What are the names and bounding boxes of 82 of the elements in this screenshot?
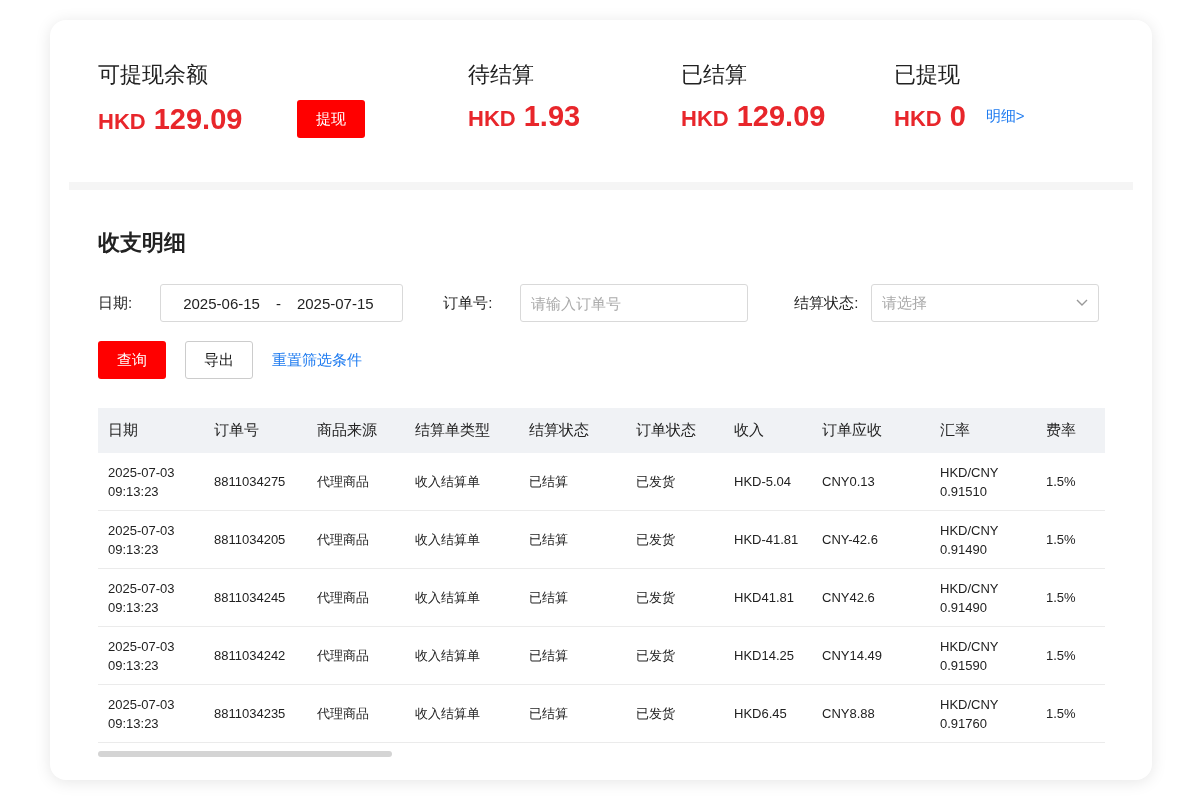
- stat-label: 已结算: [681, 61, 748, 89]
- table-cell-text: 2025-07-03 09:13:23: [107, 637, 176, 675]
- table-cell-text: 收入结算单: [414, 531, 481, 549]
- table-cell-text: 已发货: [635, 531, 676, 549]
- table-cell-text: 已发货: [635, 647, 676, 665]
- table-cell-text: HKD-41.81: [733, 531, 800, 549]
- table-cell-text: 已结算: [528, 647, 569, 665]
- table-cell-text: 已结算: [528, 589, 569, 607]
- withdraw-button[interactable]: 提现: [297, 100, 366, 138]
- table-cell-text: 代理商品: [316, 473, 370, 491]
- table-cell-text: 1.5%: [1045, 647, 1077, 665]
- table-cell-text: CNY14.49: [821, 647, 883, 665]
- column-header: 结算单类型: [414, 421, 491, 440]
- reset-filters-link[interactable]: 重置筛选条件: [272, 350, 362, 370]
- table-cell-text: 收入结算单: [414, 473, 481, 491]
- column-header: 商品来源: [316, 421, 378, 440]
- stat-label: 已提现: [894, 61, 961, 89]
- table-cell-text: 1.5%: [1045, 589, 1077, 607]
- table-cell-text: 收入结算单: [414, 647, 481, 665]
- table-cell-text: CNY0.13: [821, 473, 876, 491]
- order-number-input[interactable]: 请输入订单号: [520, 284, 749, 322]
- table-cell-text: 已发货: [635, 705, 676, 723]
- table-cell-text: CNY42.6: [821, 589, 876, 607]
- table-cell-text: HKD/CNY 0.91510: [939, 463, 1000, 501]
- table-cell-text: HKD/CNY 0.91590: [939, 637, 1000, 675]
- column-header: 日期: [107, 421, 139, 440]
- table-cell-text: HKD/CNY 0.91490: [939, 579, 1000, 617]
- table-cell-text: 代理商品: [316, 647, 370, 665]
- table-cell-text: 8811034205: [213, 531, 287, 549]
- table-cell-text: CNY8.88: [821, 705, 876, 723]
- table-cell-text: 2025-07-03 09:13:23: [107, 695, 176, 733]
- table-cell-text: 1.5%: [1045, 705, 1077, 723]
- status-dropdown[interactable]: 请选择: [870, 284, 1099, 322]
- table-cell-text: 已发货: [635, 589, 676, 607]
- table-cell-text: HKD6.45: [733, 705, 788, 723]
- stat-amount: HKD 0: [894, 100, 966, 133]
- column-header: 费率: [1045, 421, 1077, 440]
- table-cell-text: 2025-07-03 09:13:23: [107, 521, 176, 559]
- filter-label: 日期:: [98, 293, 133, 313]
- stat-label: 待结算: [468, 61, 535, 89]
- column-header: 订单应收: [821, 421, 883, 440]
- chevron-down-icon: [1075, 299, 1088, 307]
- table-cell-text: 8811034242: [213, 647, 287, 665]
- table-cell-text: 8811034275: [213, 473, 287, 491]
- column-header: 订单状态: [635, 421, 697, 440]
- column-header: 结算状态: [528, 421, 590, 440]
- column-header: 订单号: [213, 421, 260, 440]
- query-button[interactable]: 查询: [98, 341, 166, 379]
- table-cell-text: 代理商品: [316, 705, 370, 723]
- table-cell-text: 已结算: [528, 705, 569, 723]
- stat-label: 可提现余额: [98, 61, 209, 89]
- section-title: 收支明细: [98, 229, 187, 257]
- table-cell-text: HKD41.81: [733, 589, 795, 607]
- table-cell-text: HKD-5.04: [733, 473, 793, 491]
- table-cell-text: HKD/CNY 0.91490: [939, 521, 1000, 559]
- table-cell-text: 2025-07-03 09:13:23: [107, 579, 176, 617]
- table-cell-text: 代理商品: [316, 589, 370, 607]
- table-cell-text: 代理商品: [316, 531, 370, 549]
- table-cell-text: HKD14.25: [733, 647, 795, 665]
- table-cell-text: 已结算: [528, 473, 569, 491]
- stat-amount: HKD 129.09: [98, 102, 243, 136]
- column-header: 收入: [733, 421, 765, 440]
- date-range-field[interactable]: 2025-06-15 - 2025-07-15: [160, 284, 404, 322]
- stat-amount: HKD 129.09: [681, 100, 826, 133]
- stat-amount: HKD 1.93: [468, 100, 581, 133]
- table-cell-text: 8811034245: [213, 589, 287, 607]
- column-header: 汇率: [939, 421, 971, 440]
- table-cell-text: HKD/CNY 0.91760: [939, 695, 1000, 733]
- table-cell-text: 已结算: [528, 531, 569, 549]
- table-cell-text: 2025-07-03 09:13:23: [107, 463, 176, 501]
- table-cell-text: 8811034235: [213, 705, 287, 723]
- table-cell-text: 1.5%: [1045, 531, 1077, 549]
- table-cell-text: 1.5%: [1045, 473, 1077, 491]
- export-button[interactable]: 导出: [185, 341, 253, 379]
- filter-label: 结算状态:: [794, 293, 859, 313]
- filter-label: 订单号:: [443, 293, 493, 313]
- scrollbar-thumb[interactable]: [98, 751, 392, 757]
- table-cell-text: CNY-42.6: [821, 531, 879, 549]
- table-cell-text: 收入结算单: [414, 705, 481, 723]
- detail-link[interactable]: 明细>: [985, 107, 1025, 126]
- table-cell-text: 收入结算单: [414, 589, 481, 607]
- table-cell-text: 已发货: [635, 473, 676, 491]
